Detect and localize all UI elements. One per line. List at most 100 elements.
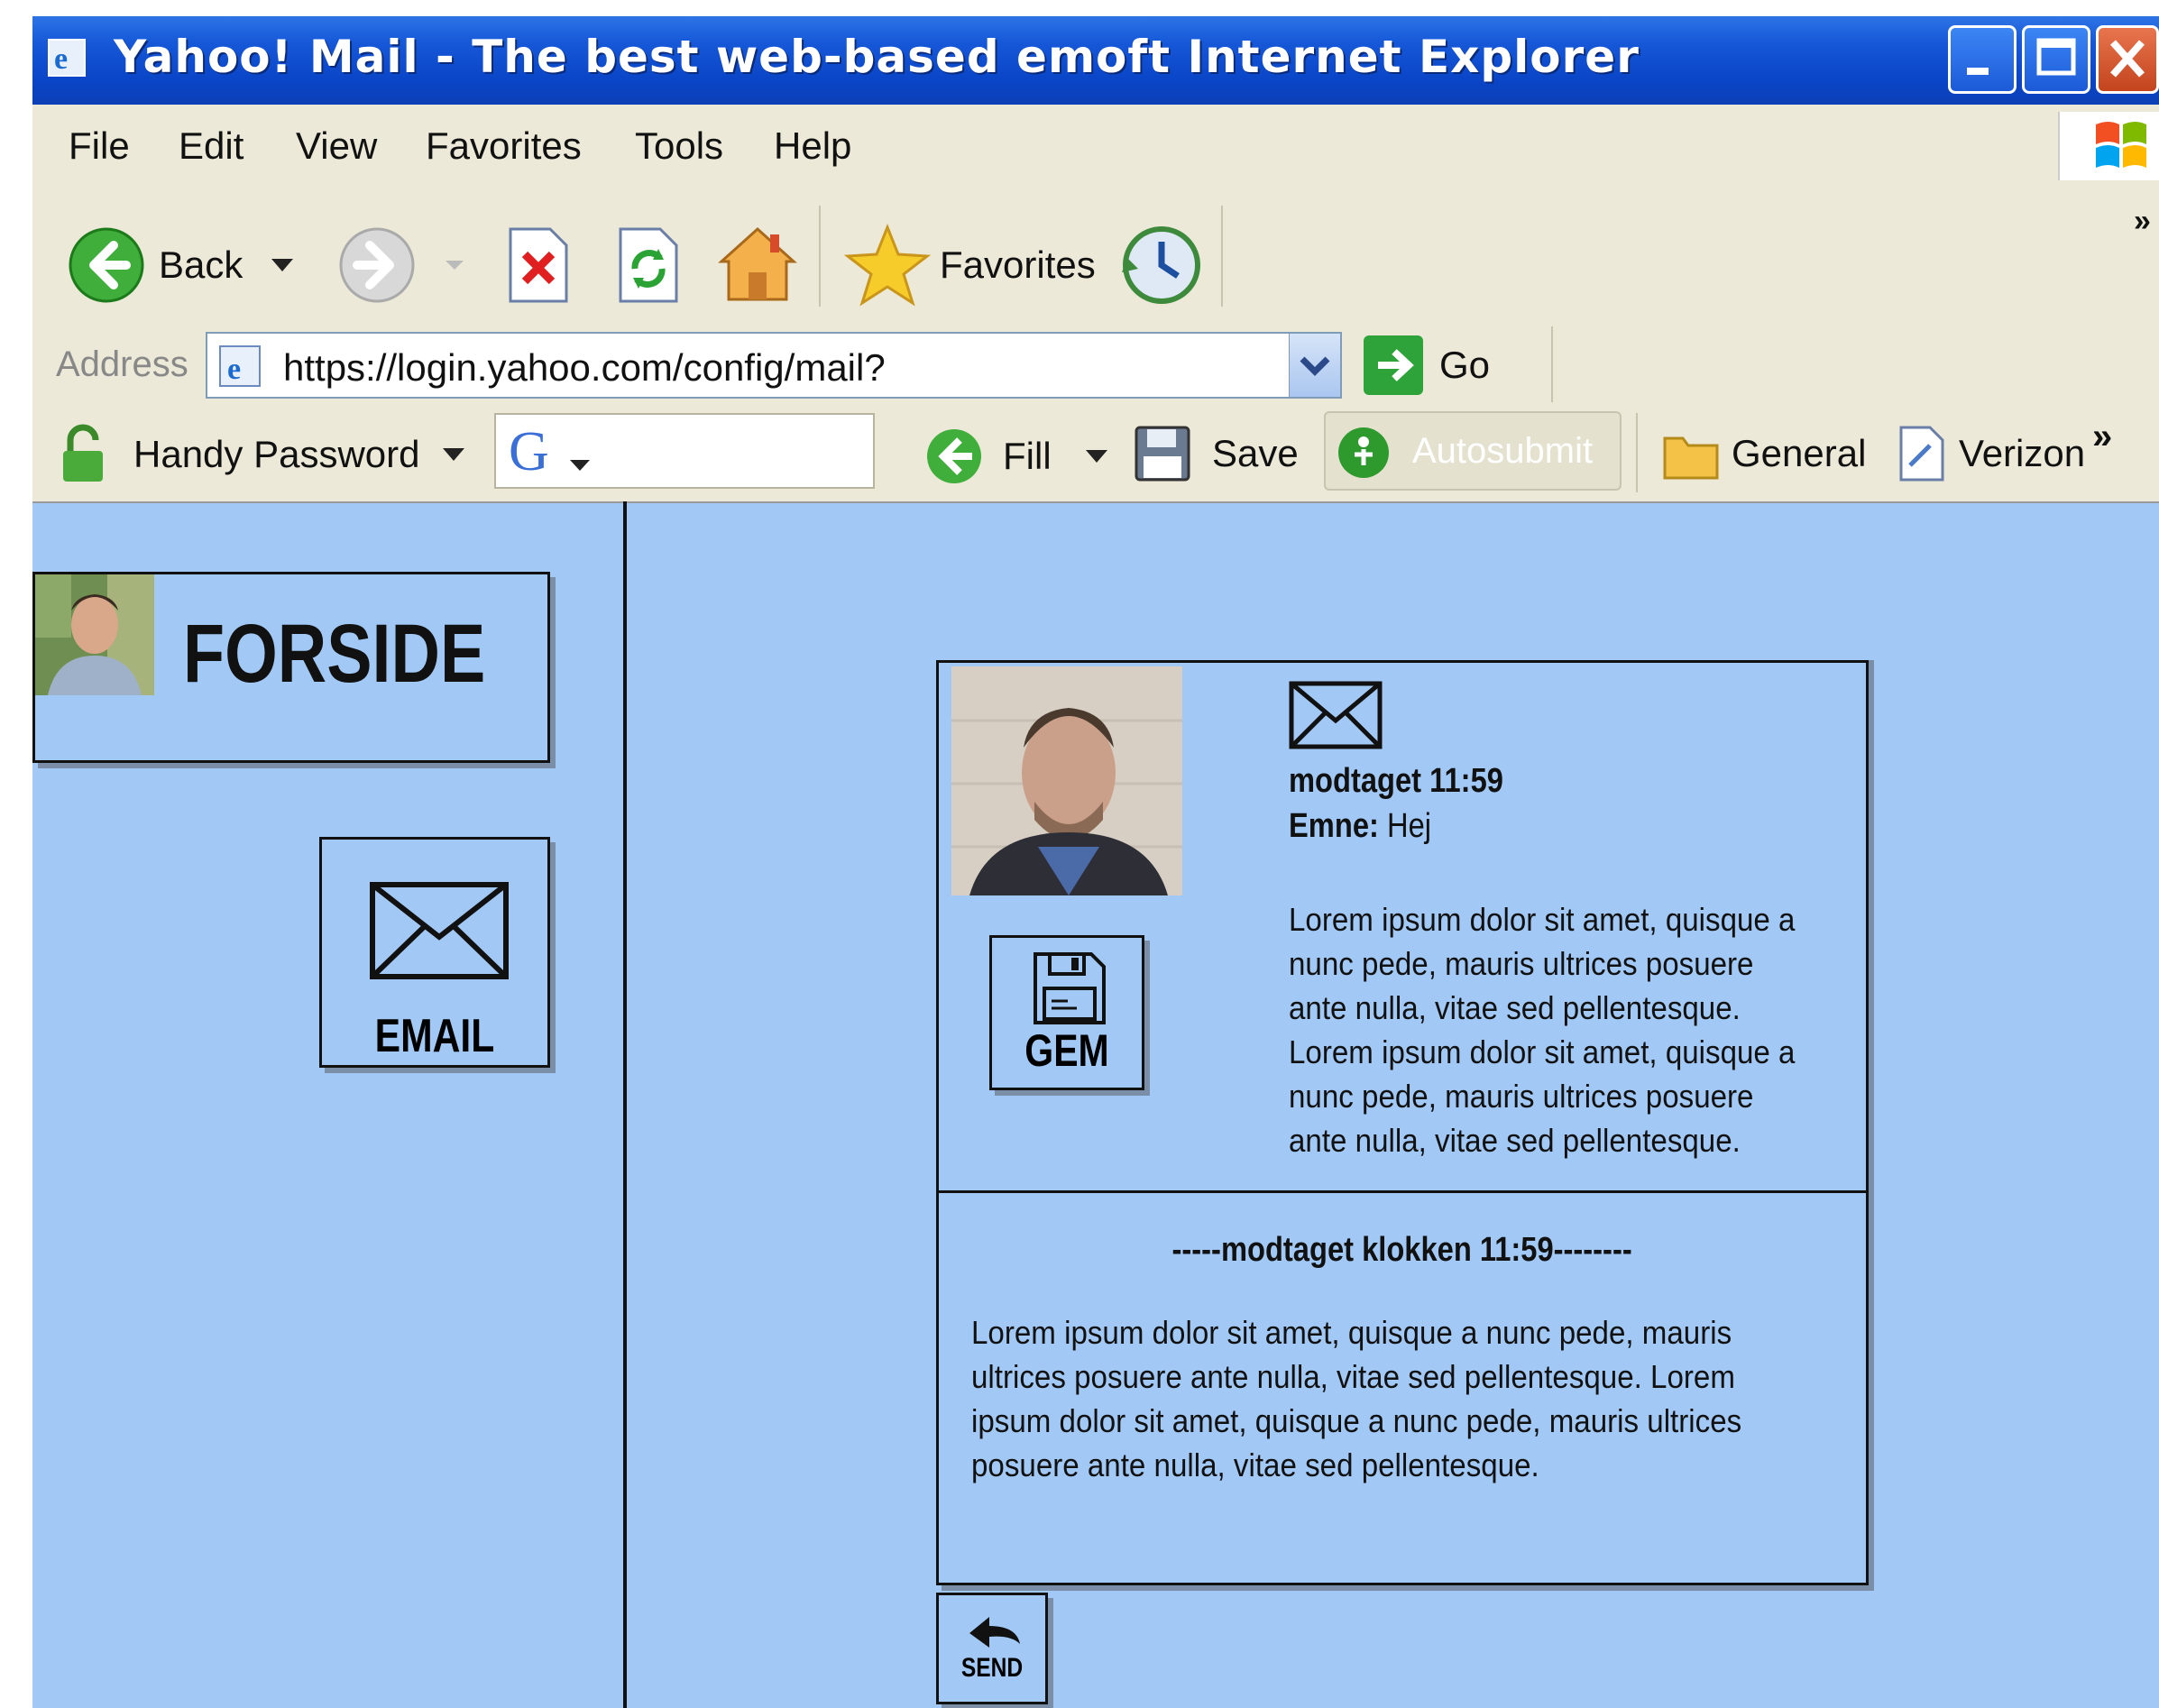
menu-bar: File Edit View Favorites Tools Help: [32, 105, 2159, 188]
title-bar: e Yahoo! Mail - The best web-based emoft…: [32, 16, 2159, 105]
maximize-button[interactable]: [2022, 25, 2090, 94]
message-envelope-icon: [1289, 681, 1383, 749]
reply-header-text: -----modtaget klokken 11:59--------: [1171, 1231, 1633, 1269]
save-label: Save: [1212, 432, 1299, 474]
google-dropdown-icon[interactable]: [566, 455, 593, 476]
profile-photo-small: [35, 574, 154, 695]
back-arrow-icon: [69, 227, 144, 303]
close-button[interactable]: [2096, 25, 2159, 94]
handy-password-label: Handy Password: [133, 433, 420, 475]
address-dropdown[interactable]: [1289, 334, 1340, 397]
svg-text:e: e: [227, 353, 241, 386]
send-button[interactable]: SEND: [936, 1593, 1048, 1704]
received-time: modtaget 11:59: [1289, 762, 1503, 800]
message-card: modtaget 11:59 Emne: Hej Lorem ipsum dol…: [936, 660, 1869, 1257]
back-dropdown-icon[interactable]: [264, 252, 300, 279]
general-button[interactable]: General: [1661, 424, 1866, 483]
back-label: Back: [159, 243, 243, 286]
autosubmit-button[interactable]: Autosubmit: [1324, 411, 1622, 491]
page-content: FORSIDE EMAIL modtaget 11:59 Emne: Hej L…: [32, 501, 2159, 1708]
favorites-label: Favorites: [940, 243, 1096, 286]
forside-label: FORSIDE: [183, 608, 486, 700]
forward-button[interactable]: [337, 225, 473, 305]
gem-label: GEM: [1024, 1025, 1109, 1076]
subject-label: Emne:: [1289, 807, 1379, 845]
sidebar-divider: [623, 501, 627, 1708]
floppy-disk-icon: [1034, 952, 1106, 1024]
go-button[interactable]: Go: [1362, 334, 1490, 397]
toolbar-separator-end: [1221, 206, 1223, 307]
ie-icon: e: [48, 39, 86, 77]
handy-password-dropdown-icon[interactable]: [436, 441, 472, 468]
reply-arrow-icon: [969, 1617, 1020, 1648]
message-body: Lorem ipsum dolor sit amet, quisque a nu…: [1289, 901, 1796, 1159]
fill-label: Fill: [1003, 435, 1052, 477]
forward-arrow-icon: [339, 227, 415, 303]
reply-header: -----modtaget klokken 11:59--------: [939, 1231, 1866, 1270]
reply-body: Lorem ipsum dolor sit amet, quisque a nu…: [971, 1314, 1742, 1483]
minimize-icon: [1967, 68, 1989, 75]
forside-button[interactable]: FORSIDE: [32, 572, 550, 763]
menu-view[interactable]: View: [296, 124, 377, 168]
email-label: EMAIL: [374, 1010, 495, 1062]
menu-tools[interactable]: Tools: [635, 124, 723, 168]
links-separator: [1636, 413, 1638, 492]
toolbar-chevron[interactable]: »: [2134, 204, 2151, 239]
toolbar-separator: [819, 206, 821, 307]
autosubmit-icon: [1338, 427, 1389, 478]
url-text[interactable]: https://login.yahoo.com/config/mail?: [283, 346, 886, 390]
chevron-down-icon: [1300, 356, 1330, 376]
save-toolbar-button[interactable]: Save: [1133, 424, 1299, 483]
go-label: Go: [1439, 344, 1491, 386]
address-label: Address: [56, 344, 188, 384]
padlock-icon: [63, 424, 103, 482]
back-button[interactable]: Back: [67, 225, 300, 305]
address-separator: [1551, 326, 1553, 402]
google-logo: G: [509, 421, 549, 482]
verizon-label: Verizon: [1959, 432, 2086, 474]
google-search-field[interactable]: G: [494, 413, 875, 489]
floppy-icon: [1135, 426, 1190, 482]
stop-icon[interactable]: [503, 225, 572, 305]
window-title: Yahoo! Mail - The best web-based emoft I…: [114, 31, 1640, 83]
menu-edit[interactable]: Edit: [179, 124, 243, 168]
subject-line: Emne: Hej: [1289, 807, 1431, 846]
fill-dropdown-icon[interactable]: [1079, 443, 1115, 470]
address-bar: Address e https://login.yahoo.com/config…: [32, 323, 2159, 408]
reply-section: -----modtaget klokken 11:59-------- Lore…: [936, 1190, 1869, 1585]
envelope-icon: [370, 882, 509, 979]
page-ie-icon: e: [219, 345, 261, 387]
gem-button[interactable]: GEM: [989, 935, 1144, 1090]
menu-file[interactable]: File: [69, 124, 130, 168]
maximize-icon: [2036, 38, 2076, 76]
send-label: SEND: [960, 1653, 1024, 1683]
favorites-button[interactable]: Favorites: [844, 222, 1096, 308]
fill-button[interactable]: Fill: [923, 426, 1115, 487]
go-arrow-icon: [1364, 335, 1423, 395]
minimize-button[interactable]: [1948, 25, 2017, 94]
menu-favorites[interactable]: Favorites: [426, 124, 582, 168]
subject-value: Hej: [1386, 807, 1432, 845]
history-icon[interactable]: [1118, 222, 1205, 308]
windows-flag-icon: [2096, 122, 2146, 168]
password-toolbar: Handy Password G Fill Save Autosubmit Ge…: [32, 406, 2159, 503]
address-field[interactable]: e https://login.yahoo.com/config/mail?: [206, 332, 1342, 399]
autosubmit-label: Autosubmit: [1412, 431, 1594, 471]
standard-toolbar: Back Favorites »: [32, 186, 2159, 325]
links-chevron[interactable]: »: [2092, 417, 2112, 457]
star-icon: [844, 223, 931, 307]
home-icon[interactable]: [714, 222, 801, 308]
windows-logo: [2058, 112, 2159, 180]
refresh-icon[interactable]: [613, 225, 682, 305]
fill-arrow-icon: [927, 429, 981, 483]
sender-photo: [951, 666, 1182, 895]
folder-icon: [1663, 436, 1719, 480]
forward-dropdown-icon[interactable]: [436, 252, 473, 279]
email-nav-button[interactable]: EMAIL: [319, 837, 550, 1068]
handy-password-button[interactable]: Handy Password: [58, 424, 472, 485]
svg-text:e: e: [54, 42, 68, 76]
close-icon: [2110, 40, 2145, 78]
verizon-button[interactable]: Verizon: [1896, 424, 2085, 483]
general-label: General: [1732, 432, 1867, 474]
menu-help[interactable]: Help: [774, 124, 851, 168]
